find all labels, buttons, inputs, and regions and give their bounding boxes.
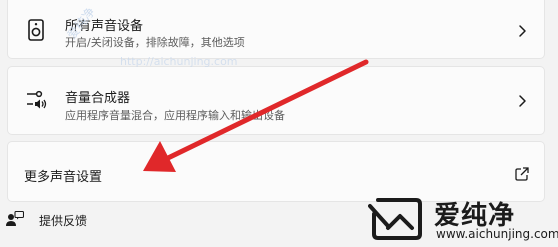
more-sound-settings-title: 更多声音设置 — [24, 170, 103, 185]
speaker-icon — [28, 19, 44, 41]
chevron-right-icon[interactable] — [514, 93, 530, 109]
all-sound-devices-description: 开启/关闭设备，排除故障，其他选项 — [65, 36, 245, 49]
logo-url: www.aichunjing.com — [436, 227, 558, 241]
volume-mixer-card[interactable]: 音量合成器 应用程序音量混合，应用程序输入和输出设备 — [7, 66, 545, 135]
volume-mixer-description: 应用程序音量混合，应用程序输入和输出设备 — [65, 109, 285, 122]
volume-mixer-title: 音量合成器 — [65, 91, 131, 106]
site-logo: 爱纯净 www.aichunjing.com — [360, 190, 558, 247]
url-watermark: http://aichunjing.com — [120, 55, 238, 68]
feedback-icon — [6, 211, 24, 226]
feedback-link[interactable]: 提供反馈 — [0, 203, 200, 233]
logo-mark-icon — [368, 198, 422, 240]
chevron-right-icon[interactable] — [514, 23, 530, 39]
feedback-label: 提供反馈 — [39, 214, 88, 228]
mixer-icon — [27, 90, 47, 109]
open-external-icon[interactable] — [515, 167, 529, 181]
